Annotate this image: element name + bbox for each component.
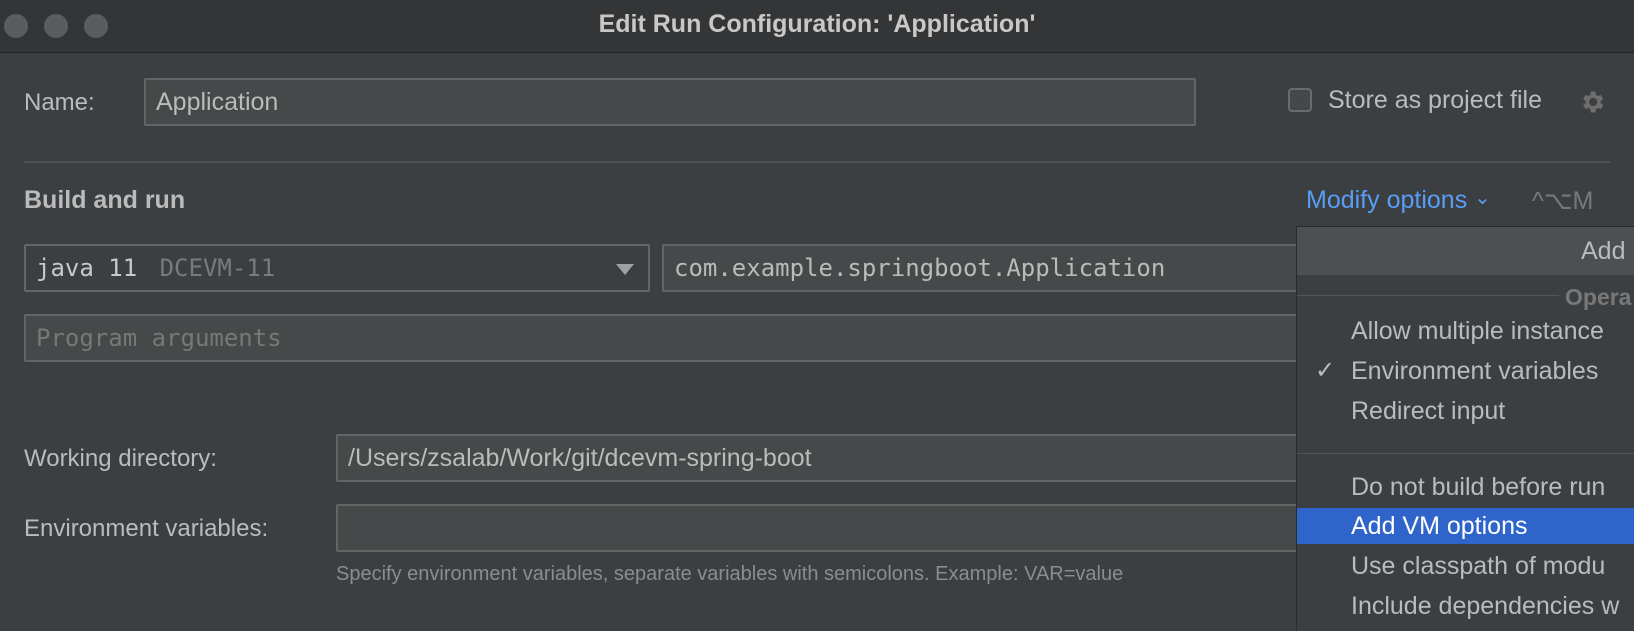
environment-variables-label: Environment variables:: [24, 515, 269, 542]
modify-options-link[interactable]: Modify options ⌄: [1306, 186, 1491, 215]
popup-item-allow-multiple-instances[interactable]: Allow multiple instance: [1297, 313, 1634, 349]
gear-icon[interactable]: [1578, 88, 1606, 116]
group-separator: [1297, 295, 1559, 296]
popup-item-label: Do not build before run: [1351, 473, 1606, 501]
popup-item-label: Include dependencies w: [1351, 592, 1620, 620]
popup-item-label: Environment variables: [1351, 357, 1599, 385]
popup-item-label: Allow multiple instance: [1351, 317, 1604, 345]
modify-options-label: Modify options: [1306, 186, 1468, 214]
checkmark-icon: ✓: [1315, 357, 1336, 384]
environment-variables-hint: Specify environment variables, separate …: [336, 563, 1124, 585]
group-title: Opera: [1565, 284, 1632, 310]
popup-item-add-vm-options[interactable]: Add VM options: [1297, 508, 1634, 544]
store-as-project-file-checkbox[interactable]: [1288, 88, 1312, 112]
jdk-name: java 11: [36, 254, 138, 282]
window-title: Edit Run Configuration: 'Application': [598, 10, 1036, 38]
popup-item-label: Redirect input: [1351, 397, 1506, 425]
modify-options-popup: Add Opera Allow multiple instance ✓ Envi…: [1296, 226, 1634, 631]
name-label: Name:: [24, 89, 95, 116]
main-class-input[interactable]: com.example.springboot.Application: [662, 244, 1302, 292]
store-as-project-file-label: Store as project file: [1328, 86, 1542, 114]
jdk-detail: DCEVM-11: [159, 254, 276, 282]
environment-variables-input[interactable]: [336, 504, 1302, 552]
program-arguments-input[interactable]: Program arguments: [24, 314, 1302, 362]
shortcut-hint: ^⌥M: [1532, 187, 1594, 215]
working-directory-input[interactable]: /Users/zsalab/Work/git/dcevm-spring-boot: [336, 434, 1302, 482]
name-input[interactable]: Application: [144, 78, 1196, 126]
separator: [24, 161, 1610, 163]
popup-separator: [1297, 453, 1634, 454]
popup-item-use-classpath[interactable]: Use classpath of modu: [1297, 548, 1634, 584]
popup-search-header[interactable]: Add: [1297, 227, 1634, 275]
program-arguments-placeholder: Program arguments: [36, 324, 282, 352]
dropdown-arrow-icon: [616, 264, 634, 275]
working-directory-label: Working directory:: [24, 445, 217, 472]
popup-item-include-dependencies[interactable]: Include dependencies w: [1297, 588, 1634, 624]
section-title: Build and run: [24, 186, 186, 214]
popup-item-redirect-input[interactable]: Redirect input: [1297, 393, 1634, 429]
popup-header-label: Add: [1581, 237, 1626, 265]
popup-item-environment-variables[interactable]: ✓ Environment variables: [1297, 353, 1634, 389]
jdk-select[interactable]: java 11 DCEVM-11: [24, 244, 650, 292]
popup-item-do-not-build[interactable]: Do not build before run: [1297, 469, 1634, 505]
working-directory-value: /Users/zsalab/Work/git/dcevm-spring-boot: [348, 444, 812, 472]
chevron-down-icon: ⌄: [1474, 187, 1491, 209]
main-class-value: com.example.springboot.Application: [674, 254, 1166, 282]
popup-item-label: Use classpath of modu: [1351, 552, 1606, 580]
name-input-value: Application: [156, 88, 279, 116]
title-bar: Edit Run Configuration: 'Application': [0, 0, 1634, 53]
popup-item-label: Add VM options: [1351, 512, 1528, 540]
